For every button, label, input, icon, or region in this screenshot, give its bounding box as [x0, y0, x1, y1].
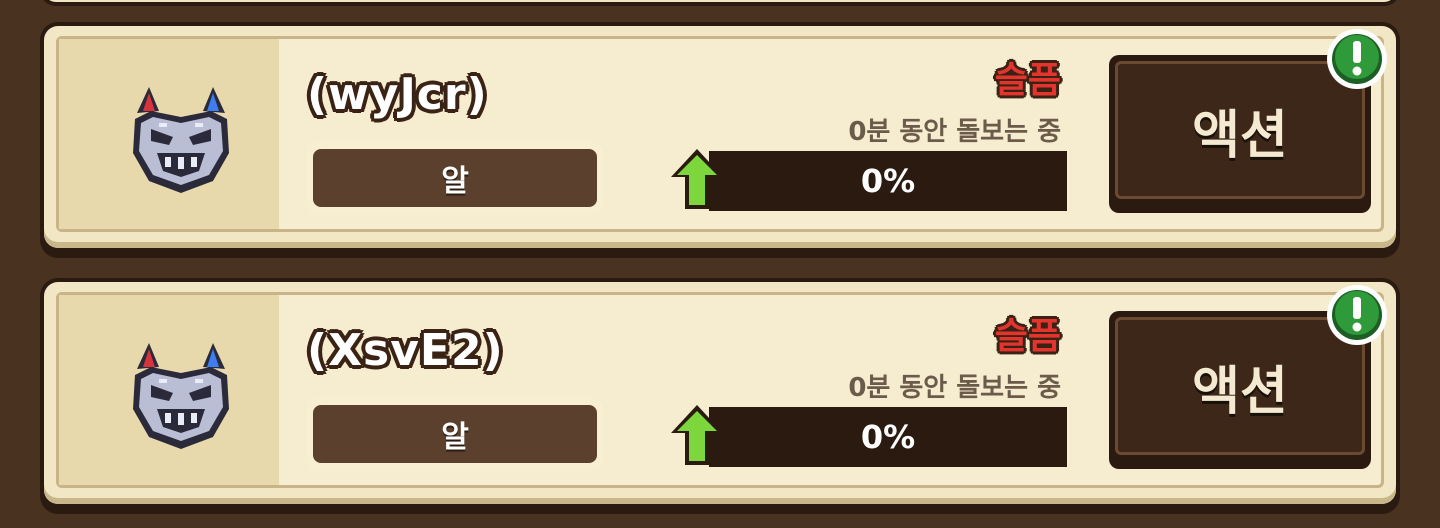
exclamation-badge-icon[interactable]: [1325, 283, 1389, 347]
care-duration-text: 0분 동안 돌보는 중: [848, 117, 1061, 147]
pet-card-frame: (wyJcr) 알 슬픔 0분 동안 돌보는 중 0% 액션: [56, 29, 1387, 232]
stage-box: 알: [307, 399, 603, 469]
pet-card-frame: (XsvE2) 알 슬픔 0분 동안 돌보는 중 0% 액션: [56, 285, 1387, 488]
up-arrow-icon: [671, 405, 723, 465]
growth-progress-label: 0%: [860, 418, 916, 456]
demon-mask-icon: [133, 87, 229, 193]
avatar-panel: [59, 295, 279, 485]
growth-progress-label: 0%: [860, 162, 916, 200]
exclamation-badge-icon[interactable]: [1325, 27, 1389, 91]
care-duration-text: 0분 동안 돌보는 중: [848, 373, 1061, 403]
growth-progress-bar: 0%: [709, 407, 1067, 467]
pet-name: (XsvE2): [307, 325, 504, 376]
growth-progress-bar: 0%: [709, 151, 1067, 211]
previous-card-edge: [40, 0, 1400, 6]
mood-status: 슬픔: [994, 316, 1061, 357]
avatar-panel: [59, 39, 279, 229]
up-arrow-icon: [671, 149, 723, 209]
demon-mask-icon: [133, 343, 229, 449]
pet-card: (wyJcr) 알 슬픔 0분 동안 돌보는 중 0% 액션: [40, 22, 1400, 258]
stage-box: 알: [307, 143, 603, 213]
pet-name: (wyJcr): [307, 69, 488, 120]
stage-label: 알: [313, 405, 597, 463]
pet-card: (XsvE2) 알 슬픔 0분 동안 돌보는 중 0% 액션: [40, 278, 1400, 514]
pet-card-body: (XsvE2) 알 슬픔 0분 동안 돌보는 중 0% 액션: [44, 282, 1396, 504]
pet-card-body: (wyJcr) 알 슬픔 0분 동안 돌보는 중 0% 액션: [44, 26, 1396, 248]
mood-status: 슬픔: [994, 60, 1061, 101]
stage-label: 알: [313, 149, 597, 207]
